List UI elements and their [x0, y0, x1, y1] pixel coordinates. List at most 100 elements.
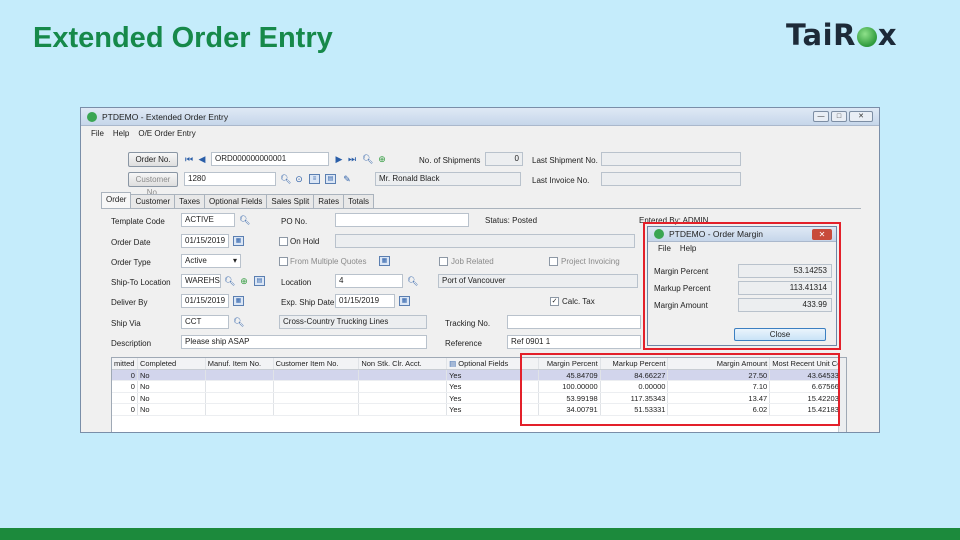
- po-no-field[interactable]: [335, 213, 469, 227]
- search-icon[interactable]: 🔍︎: [362, 154, 373, 164]
- exp-ship-date-calendar-icon[interactable]: ▦: [399, 296, 410, 306]
- cell: No: [138, 381, 206, 392]
- ship-via-field[interactable]: CCT: [181, 315, 229, 329]
- reference-field[interactable]: Ref 0901 1: [507, 335, 641, 349]
- tab-optional-fields[interactable]: Optional Fields: [204, 194, 268, 208]
- ship-via-description: Cross-Country Trucking Lines: [279, 315, 427, 329]
- col-completed[interactable]: Completed: [138, 358, 206, 369]
- tab-order[interactable]: Order: [101, 192, 132, 208]
- order-date-calendar-icon[interactable]: ▦: [233, 236, 244, 246]
- tracking-no-field[interactable]: [507, 315, 641, 329]
- tab-customer[interactable]: Customer: [130, 194, 176, 208]
- location-search-icon[interactable]: 🔍︎: [407, 276, 418, 286]
- cell: 0: [112, 381, 138, 392]
- app-icon: [87, 111, 97, 122]
- cell: [274, 369, 360, 380]
- window-title: PTDEMO - Extended Order Entry: [102, 111, 229, 122]
- tab-sales-split[interactable]: Sales Split: [266, 194, 315, 208]
- tab-totals[interactable]: Totals: [343, 194, 375, 208]
- description-field[interactable]: Please ship ASAP: [181, 335, 427, 349]
- cell: [359, 369, 448, 380]
- cell: [274, 404, 360, 415]
- on-hold-reason-field: [335, 234, 635, 248]
- ship-to-search-icon[interactable]: 🔍︎: [224, 276, 235, 286]
- deliver-by-calendar-icon[interactable]: ▦: [233, 296, 244, 306]
- customer-no-button[interactable]: Customer No.: [128, 172, 178, 197]
- location-description: Port of Vancouver: [438, 274, 638, 288]
- last-invoice-label: Last Invoice No.: [532, 176, 590, 185]
- next-record-icon[interactable]: ▶: [334, 154, 344, 164]
- menu-oe-order-entry[interactable]: O/E Order Entry: [138, 129, 195, 138]
- customer-list-icon[interactable]: ▤: [325, 174, 336, 184]
- order-type-select[interactable]: Active ▾: [181, 254, 241, 268]
- order-type-value: Active: [185, 256, 207, 265]
- from-multiple-quotes-checkbox[interactable]: [279, 257, 288, 266]
- on-hold-checkbox[interactable]: [279, 237, 288, 246]
- customer-zoom-icon[interactable]: ⊙: [294, 174, 304, 184]
- last-invoice-field: [601, 172, 741, 186]
- deliver-by-field[interactable]: 01/15/2019: [181, 294, 229, 308]
- order-no-button[interactable]: Order No.: [128, 152, 178, 167]
- close-window-button[interactable]: ✕: [849, 111, 873, 122]
- calc-tax-label: Calc. Tax: [562, 297, 595, 306]
- cell: [359, 404, 448, 415]
- menu-bar: File Help O/E Order Entry: [81, 126, 879, 140]
- cell: [206, 404, 274, 415]
- customer-no-field[interactable]: 1280: [184, 172, 276, 186]
- ship-to-add-icon[interactable]: ⊕: [239, 276, 249, 286]
- menu-file[interactable]: File: [91, 129, 104, 138]
- customer-search-icon[interactable]: 🔍︎: [280, 174, 291, 184]
- col-manuf-item-no[interactable]: Manuf. Item No.: [206, 358, 274, 369]
- logo-text-c: x: [877, 18, 898, 52]
- status-text: Status: Posted: [485, 216, 538, 225]
- last-record-icon[interactable]: ⏭: [347, 154, 357, 164]
- col-non-stk-clr-acct[interactable]: Non Stk. Clr. Acct.: [359, 358, 448, 369]
- project-invoicing-checkbox[interactable]: [549, 257, 558, 266]
- customer-info-icon[interactable]: ≡: [309, 174, 320, 184]
- po-no-label: PO No.: [281, 217, 308, 226]
- tab-rates[interactable]: Rates: [313, 194, 345, 208]
- order-no-field[interactable]: ORD000000000001: [211, 152, 329, 166]
- reference-label: Reference: [445, 339, 482, 348]
- cell: No: [138, 369, 206, 380]
- maximize-button[interactable]: □: [831, 111, 847, 122]
- chevron-down-icon: ▾: [232, 256, 237, 265]
- order-type-label: Order Type: [111, 258, 151, 267]
- calc-tax-checkbox[interactable]: ✓: [550, 297, 559, 306]
- minimize-button[interactable]: —: [813, 111, 829, 122]
- globe-icon: [856, 27, 877, 47]
- ship-to-label: Ship-To Location: [111, 278, 171, 287]
- col-customer-item-no[interactable]: Customer Item No.: [274, 358, 360, 369]
- slide-title: Extended Order Entry: [33, 22, 333, 54]
- no-of-shipments-field: 0: [485, 152, 523, 166]
- template-search-icon[interactable]: 🔍︎: [239, 215, 250, 225]
- ship-to-details-icon[interactable]: ▤: [254, 276, 265, 286]
- exp-ship-date-field[interactable]: 01/15/2019: [335, 294, 395, 308]
- template-code-field[interactable]: ACTIVE: [181, 213, 235, 227]
- window-titlebar[interactable]: PTDEMO - Extended Order Entry: [81, 108, 879, 126]
- ship-via-search-icon[interactable]: 🔍︎: [233, 317, 244, 327]
- location-label: Location: [281, 278, 312, 287]
- order-date-field[interactable]: 01/15/2019: [181, 234, 229, 248]
- no-of-shipments-label: No. of Shipments: [419, 156, 481, 165]
- deliver-by-label: Deliver By: [111, 298, 148, 307]
- previous-record-icon[interactable]: ◀: [197, 154, 207, 164]
- first-record-icon[interactable]: ⏮: [184, 154, 194, 164]
- ship-to-field[interactable]: WAREHS: [181, 274, 221, 288]
- tab-strip: Order Customer Taxes Optional Fields Sal…: [101, 192, 375, 208]
- cell: [206, 369, 274, 380]
- location-field[interactable]: 4: [335, 274, 403, 288]
- job-related-checkbox[interactable]: [439, 257, 448, 266]
- popup-highlight-box: [643, 222, 841, 350]
- customer-name-field: Mr. Ronald Black: [375, 172, 521, 186]
- last-shipment-label: Last Shipment No.: [532, 156, 598, 165]
- bottom-bar: [0, 528, 960, 540]
- add-icon[interactable]: ⊕: [377, 154, 387, 164]
- menu-help[interactable]: Help: [113, 129, 129, 138]
- col-committed[interactable]: mitted: [112, 358, 138, 369]
- customer-edit-icon[interactable]: ✎: [342, 174, 352, 184]
- tab-taxes[interactable]: Taxes: [174, 194, 206, 208]
- quotes-list-icon[interactable]: ▦: [379, 256, 390, 266]
- on-hold-label: On Hold: [290, 237, 320, 246]
- exp-ship-date-label: Exp. Ship Date: [281, 298, 335, 307]
